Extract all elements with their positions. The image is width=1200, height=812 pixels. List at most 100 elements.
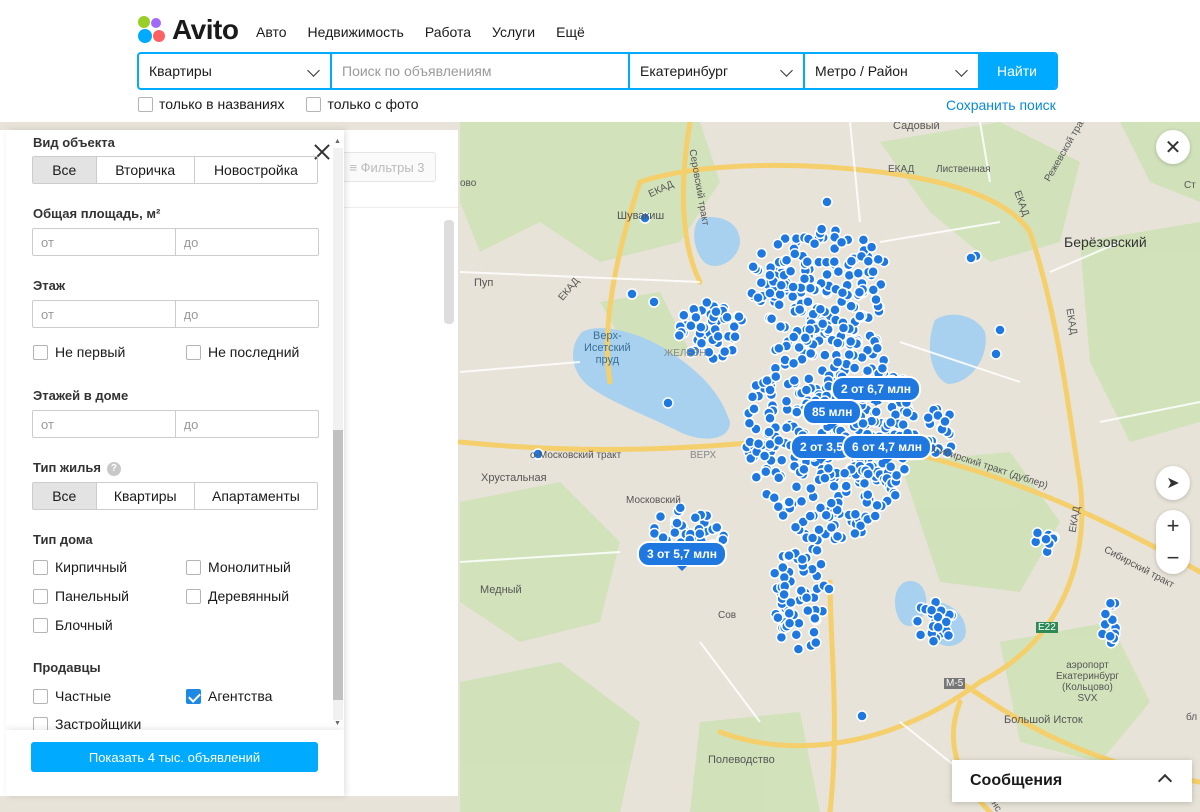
floor-title: Этаж — [33, 278, 66, 293]
area-from-input[interactable] — [33, 229, 176, 255]
checkbox-box[interactable] — [33, 688, 48, 704]
scroll-up-arrow-icon[interactable]: ▲ — [334, 138, 341, 145]
zoom-out-button[interactable]: − — [1156, 542, 1190, 574]
avito-logo[interactable]: Avito — [138, 14, 239, 46]
listing-marker — [789, 521, 802, 534]
object-type-title: Вид объекта — [33, 135, 115, 150]
listing-marker — [884, 416, 897, 429]
house-type-wooden-checkbox[interactable]: Деревянный — [186, 588, 289, 604]
listing-marker — [816, 317, 829, 330]
listing-marker — [922, 412, 934, 424]
logo-text: Avito — [172, 14, 239, 45]
save-search-link[interactable]: Сохранить поиск — [946, 97, 1056, 113]
map-cluster[interactable]: 85 млн — [802, 399, 863, 429]
floors-from-input[interactable] — [33, 411, 176, 437]
area-to-input[interactable] — [175, 229, 318, 255]
listing-marker — [862, 255, 875, 267]
checkbox-box[interactable] — [138, 96, 153, 112]
listing-marker — [840, 480, 852, 492]
listing-marker — [808, 626, 820, 639]
listing-marker — [798, 463, 810, 476]
listing-marker — [701, 296, 713, 309]
listing-marker — [694, 528, 706, 540]
scroll-down-arrow-icon[interactable]: ▼ — [334, 720, 341, 727]
road-label: бл — [1186, 712, 1198, 723]
checkbox-box[interactable] — [33, 617, 48, 633]
divider — [344, 207, 458, 208]
listing-marker — [774, 288, 786, 301]
scrollbar-thumb[interactable] — [333, 430, 343, 700]
house-type-brick-checkbox[interactable]: Кирпичный — [33, 559, 127, 575]
search-button[interactable]: Найти — [978, 54, 1056, 88]
photo-only-checkbox[interactable]: только с фото — [306, 96, 419, 112]
map-cluster[interactable]: 6 от 4,7 млн — [842, 434, 933, 464]
checkbox-box[interactable] — [186, 588, 201, 604]
map-close-button[interactable]: ✕ — [1156, 130, 1190, 164]
not-first-checkbox[interactable]: Не первый — [33, 344, 125, 360]
not-last-checkbox[interactable]: Не последний — [186, 344, 299, 360]
listing-marker — [747, 260, 759, 273]
housing-type-apartments[interactable]: Апартаменты — [195, 483, 317, 509]
category-select[interactable]: Квартиры — [139, 54, 332, 88]
nav-item-realty[interactable]: Недвижимость — [308, 24, 404, 40]
listing-marker — [1029, 536, 1042, 548]
house-type-monolith-checkbox[interactable]: Монолитный — [186, 559, 291, 575]
chevron-up-icon[interactable] — [1157, 773, 1173, 789]
messages-widget[interactable]: Сообщения — [952, 760, 1192, 802]
checkbox-box[interactable] — [186, 559, 201, 575]
listing-marker — [755, 276, 768, 289]
checkbox-box[interactable] — [33, 344, 48, 360]
listing-marker — [848, 362, 861, 374]
floor-to-input[interactable] — [175, 301, 318, 327]
house-type-panel-checkbox[interactable]: Панельный — [33, 588, 129, 604]
nav-item-auto[interactable]: Авто — [256, 24, 287, 40]
listing-marker — [695, 321, 707, 333]
sellers-private-checkbox[interactable]: Частные — [33, 688, 111, 704]
search-placeholder: Поиск по объявлениям — [342, 63, 492, 79]
listing-marker — [773, 298, 785, 311]
housing-type-flats[interactable]: Квартиры — [97, 483, 195, 509]
search-input[interactable]: Поиск по объявлениям — [332, 54, 630, 88]
listing-marker — [845, 255, 858, 267]
floor-from-input[interactable] — [33, 301, 176, 327]
checkbox-box[interactable] — [186, 344, 201, 360]
checkbox-box[interactable] — [33, 588, 48, 604]
metro-select[interactable]: Метро / Район — [805, 54, 978, 88]
map-cluster[interactable]: 3 от 5,7 млн — [637, 541, 728, 571]
sellers-agency-checkbox[interactable]: Агентства — [186, 688, 272, 704]
map-label: Берёзовский — [1064, 234, 1147, 250]
checkbox-box[interactable] — [306, 96, 322, 112]
listing-marker — [845, 300, 857, 312]
listing-marker — [780, 395, 793, 407]
zoom-in-button[interactable]: + — [1156, 510, 1190, 542]
geolocation-button[interactable]: ➤ — [1156, 466, 1190, 500]
house-type-block-checkbox[interactable]: Блочный — [33, 617, 113, 633]
listing-marker — [862, 489, 874, 501]
filter-scrollbar[interactable]: ▲ ▼ — [330, 138, 343, 730]
road-label: ово — [460, 178, 477, 189]
map-label: Пуп — [474, 277, 494, 289]
show-results-button[interactable]: Показать 4 тыс. объявлений — [31, 742, 318, 772]
checkbox-box[interactable] — [33, 559, 48, 575]
listing-marker — [819, 349, 831, 361]
listing-marker — [786, 290, 799, 303]
city-select[interactable]: Екатеринбург — [630, 54, 805, 88]
floors-to-input[interactable] — [175, 411, 318, 437]
listing-marker — [803, 373, 815, 385]
titles-only-checkbox[interactable]: только в названиях — [138, 96, 284, 112]
checkbox-box-checked[interactable] — [186, 688, 201, 704]
help-icon[interactable]: ? — [106, 462, 121, 476]
nav-item-jobs[interactable]: Работа — [425, 24, 471, 40]
object-type-secondary[interactable]: Вторичка — [97, 157, 195, 183]
logo-dots-icon — [138, 16, 166, 44]
metro-value: Метро / Район — [815, 63, 908, 79]
nav-item-services[interactable]: Услуги — [492, 24, 535, 40]
list-scrollbar[interactable] — [444, 220, 454, 324]
filters-chip[interactable]: ≡ Фильтры 3 — [338, 152, 436, 182]
listing-marker — [836, 287, 849, 299]
object-type-all[interactable]: Все — [33, 157, 97, 183]
nav-item-more[interactable]: Ещё — [556, 24, 585, 40]
housing-type-all[interactable]: Все — [33, 483, 97, 509]
listing-marker — [773, 434, 785, 447]
object-type-new[interactable]: Новостройка — [195, 157, 317, 183]
